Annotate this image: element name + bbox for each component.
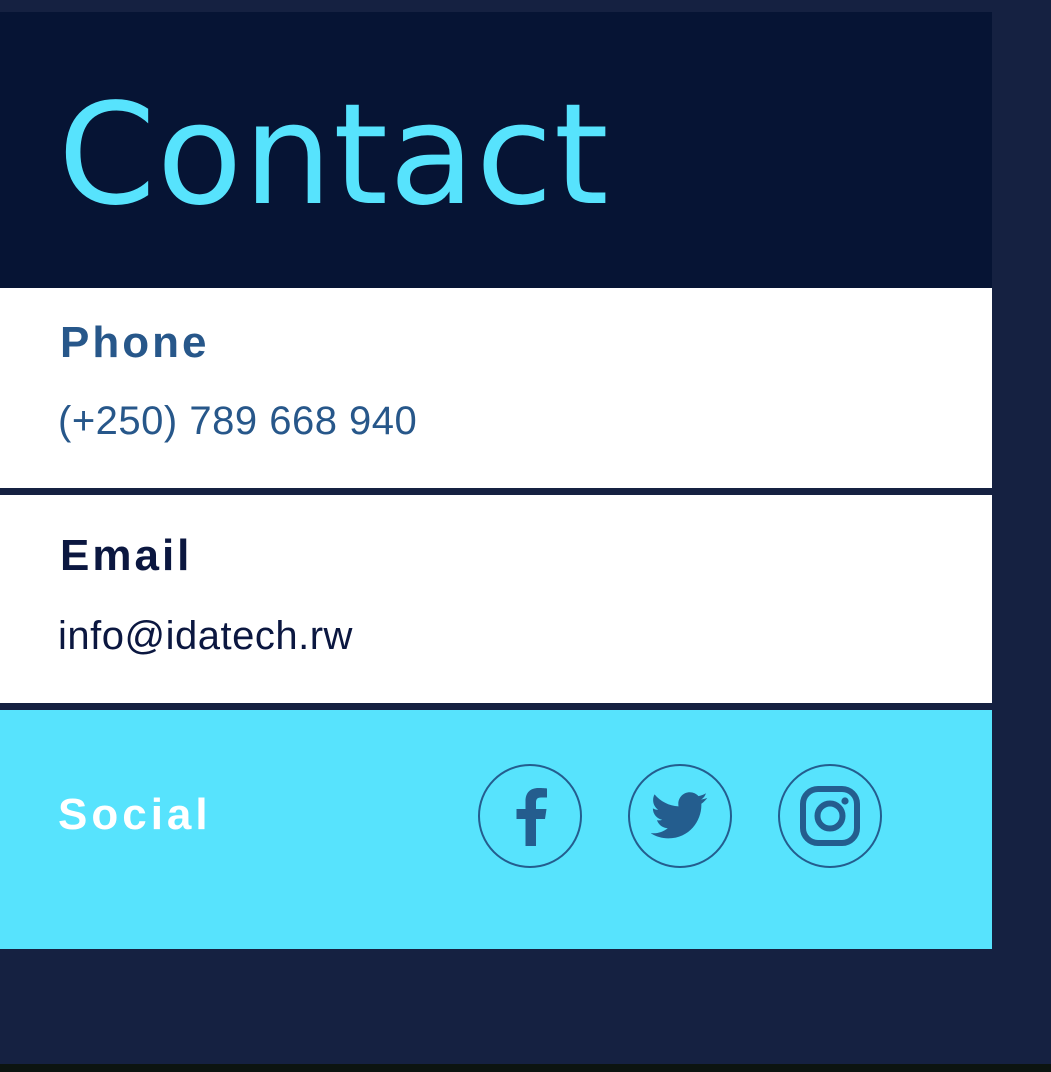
bottom-border xyxy=(0,1064,1051,1072)
facebook-button[interactable] xyxy=(478,764,582,868)
page-title: Contact xyxy=(58,74,610,237)
instagram-icon xyxy=(800,786,860,846)
facebook-icon xyxy=(516,788,547,846)
social-section: Social xyxy=(0,710,992,949)
contact-card: Contact Phone (+250) 789 668 940 Email i… xyxy=(0,12,992,949)
email-address[interactable]: info@idatech.rw xyxy=(58,614,353,659)
email-label: Email xyxy=(60,531,193,580)
twitter-icon xyxy=(651,792,708,839)
phone-section: Phone (+250) 789 668 940 xyxy=(0,288,992,488)
contact-header: Contact xyxy=(0,12,992,288)
phone-number[interactable]: (+250) 789 668 940 xyxy=(58,399,417,444)
social-label: Social xyxy=(58,790,212,839)
email-section: Email info@idatech.rw xyxy=(0,495,992,703)
phone-label: Phone xyxy=(60,318,210,367)
instagram-button[interactable] xyxy=(778,764,882,868)
twitter-button[interactable] xyxy=(628,764,732,868)
social-links xyxy=(478,764,882,868)
